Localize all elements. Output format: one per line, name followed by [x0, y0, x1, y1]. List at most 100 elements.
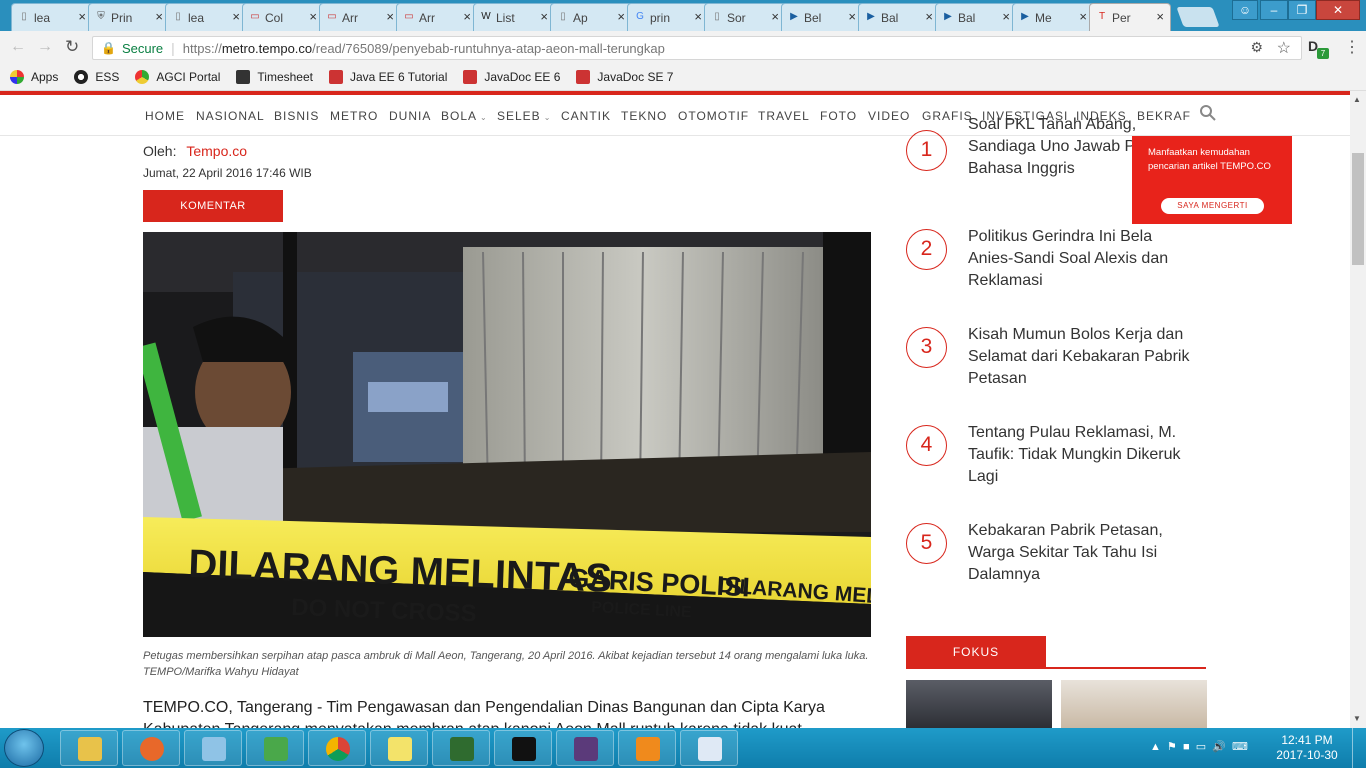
popular-item[interactable]: 2 Politikus Gerindra Ini Bela Anies-Sandi… — [906, 226, 1206, 319]
menu-icon[interactable]: ⋮ — [1344, 37, 1360, 57]
site-settings-icon[interactable]: ⚙ — [1250, 39, 1263, 56]
maximize-button[interactable]: ❐ — [1288, 0, 1316, 20]
close-tab-icon[interactable]: × — [1079, 9, 1087, 24]
new-tab-button[interactable] — [1176, 7, 1220, 27]
tab-label: Arr — [419, 10, 435, 25]
address-bar[interactable]: 🔒 Secure | https:// metro.tempo.co /read… — [92, 36, 1302, 60]
close-tab-icon[interactable]: × — [386, 9, 394, 24]
bookmark-label: Timesheet — [257, 70, 313, 84]
clock[interactable]: 12:41 PM 2017-10-30 — [1272, 733, 1342, 763]
taskbar-app[interactable] — [60, 730, 118, 766]
close-tab-icon[interactable]: × — [617, 9, 625, 24]
close-window-button[interactable]: ✕ — [1316, 0, 1360, 20]
browser-tab[interactable]: T Per × — [1089, 3, 1171, 31]
bookmark-label: AGCI Portal — [156, 70, 221, 84]
oracle-icon — [328, 70, 343, 84]
bookmark-item[interactable]: ESS — [74, 70, 119, 84]
browser-tab[interactable]: W List × — [473, 3, 555, 31]
popular-title[interactable]: Kisah Mumun Bolos Kerja dan Selamat dari… — [968, 324, 1198, 390]
doc-icon: ▯ — [560, 11, 566, 22]
doc-icon: ▯ — [175, 11, 181, 22]
taskbar-app[interactable] — [370, 730, 428, 766]
close-tab-icon[interactable]: × — [232, 9, 240, 24]
popular-title[interactable]: Politikus Gerindra Ini Bela Anies-Sandi … — [968, 226, 1198, 292]
sticky-notes-icon — [388, 737, 412, 761]
close-tab-icon[interactable]: × — [463, 9, 471, 24]
fokus-thumbnail-2[interactable] — [1061, 680, 1207, 728]
taskbar-app[interactable] — [122, 730, 180, 766]
close-tab-icon[interactable]: × — [540, 9, 548, 24]
popular-item[interactable]: 3 Kisah Mumun Bolos Kerja dan Selamat dar… — [906, 324, 1206, 417]
page-scrollbar[interactable]: ▲ ▼ — [1350, 91, 1366, 728]
close-tab-icon[interactable]: × — [848, 9, 856, 24]
close-tab-icon[interactable]: × — [925, 9, 933, 24]
tempo-icon: T — [1098, 11, 1106, 22]
browser-tab[interactable]: ⛨ Prin × — [88, 3, 170, 31]
scroll-up-icon[interactable]: ▲ — [1353, 95, 1361, 104]
taskbar-app[interactable] — [680, 730, 738, 766]
browser-tab[interactable]: ▯ lea × — [11, 3, 93, 31]
file-explorer-icon — [78, 737, 102, 761]
browser-tab[interactable]: ▭ Arr × — [319, 3, 401, 31]
bookmark-item[interactable]: JavaDoc SE 7 — [576, 70, 673, 84]
popular-title[interactable]: Kebakaran Pabrik Petasan, Warga Sekitar … — [968, 520, 1198, 586]
browser-tab[interactable]: ▶ Bal × — [858, 3, 940, 31]
popular-item[interactable]: 5 Kebakaran Pabrik Petasan, Warga Sekitar… — [906, 520, 1206, 613]
browser-tab[interactable]: ▭ Col × — [242, 3, 324, 31]
close-tab-icon[interactable]: × — [309, 9, 317, 24]
browser-tab[interactable]: ▯ Sor × — [704, 3, 786, 31]
tab-label: Sor — [727, 10, 746, 25]
taskbar-app[interactable] — [432, 730, 490, 766]
show-desktop-button[interactable] — [1352, 728, 1366, 768]
wikipedia-icon: W — [481, 11, 491, 22]
taskbar-app[interactable] — [556, 730, 614, 766]
bookmark-star-icon[interactable]: ☆ — [1277, 38, 1291, 58]
browser-tab[interactable]: ▯ lea × — [165, 3, 247, 31]
taskbar-app[interactable] — [308, 730, 366, 766]
notepad-icon — [202, 737, 226, 761]
browser-tab[interactable]: ▶ Bal × — [935, 3, 1017, 31]
popular-item[interactable]: 4 Tentang Pulau Reklamasi, M. Taufik: Tid… — [906, 422, 1206, 515]
close-tab-icon[interactable]: × — [1156, 9, 1164, 24]
browser-tab[interactable]: ▯ Ap × — [550, 3, 632, 31]
bookmark-item[interactable]: Java EE 6 Tutorial — [328, 70, 447, 84]
bookmark-item[interactable]: Timesheet — [236, 70, 313, 84]
taskbar-app[interactable] — [618, 730, 676, 766]
close-tab-icon[interactable]: × — [694, 9, 702, 24]
browser-tab[interactable]: Gprin × — [627, 3, 709, 31]
bookmark-item[interactable]: JavaDoc EE 6 — [463, 70, 560, 84]
url-path: /read/765089/penyebab-runtuhnya-atap-aeo… — [312, 40, 665, 56]
taskbar-app[interactable] — [246, 730, 304, 766]
close-tab-icon[interactable]: × — [155, 9, 163, 24]
tray-icons[interactable]: ▲ ⚑ ■ ▭ 🔊 ⌨ — [1150, 740, 1248, 753]
back-icon[interactable]: ← — [10, 38, 26, 56]
close-tab-icon[interactable]: × — [771, 9, 779, 24]
taskbar-app[interactable] — [494, 730, 552, 766]
browser-tab[interactable]: ▶ Bel × — [781, 3, 863, 31]
start-button[interactable] — [4, 729, 44, 767]
close-tab-icon[interactable]: × — [78, 9, 86, 24]
chrome-icon — [326, 737, 350, 761]
doc-icon: ▯ — [714, 11, 720, 22]
terminal-icon — [512, 737, 536, 761]
bookmark-item[interactable]: AGCI Portal — [135, 70, 220, 84]
profile-button[interactable]: ☺ — [1232, 0, 1258, 20]
reload-icon[interactable]: ↻ — [65, 37, 79, 57]
fokus-thumbnail-1[interactable] — [906, 680, 1052, 728]
scrollbar-thumb[interactable] — [1352, 153, 1364, 265]
browser-tab[interactable]: ▶ Me × — [1012, 3, 1094, 31]
forward-icon[interactable]: → — [37, 38, 53, 56]
taskbar-app[interactable] — [184, 730, 242, 766]
monitor-icon — [450, 737, 474, 761]
tooltip-dismiss-button[interactable]: SAYA MENGERTI — [1161, 198, 1264, 214]
rank-badge: 2 — [906, 229, 947, 270]
bookmark-item[interactable]: Apps — [10, 70, 58, 84]
scroll-down-icon[interactable]: ▼ — [1353, 714, 1361, 723]
close-tab-icon[interactable]: × — [1002, 9, 1010, 24]
fokus-section: FOKUS — [906, 636, 1206, 669]
extension-icon[interactable]: D 7 — [1308, 38, 1329, 59]
browser-tab[interactable]: ▭ Arr × — [396, 3, 478, 31]
popular-title[interactable]: Tentang Pulau Reklamasi, M. Taufik: Tida… — [968, 422, 1198, 488]
minimize-button[interactable]: – — [1260, 0, 1288, 20]
shield-icon: ⛨ — [97, 11, 105, 22]
